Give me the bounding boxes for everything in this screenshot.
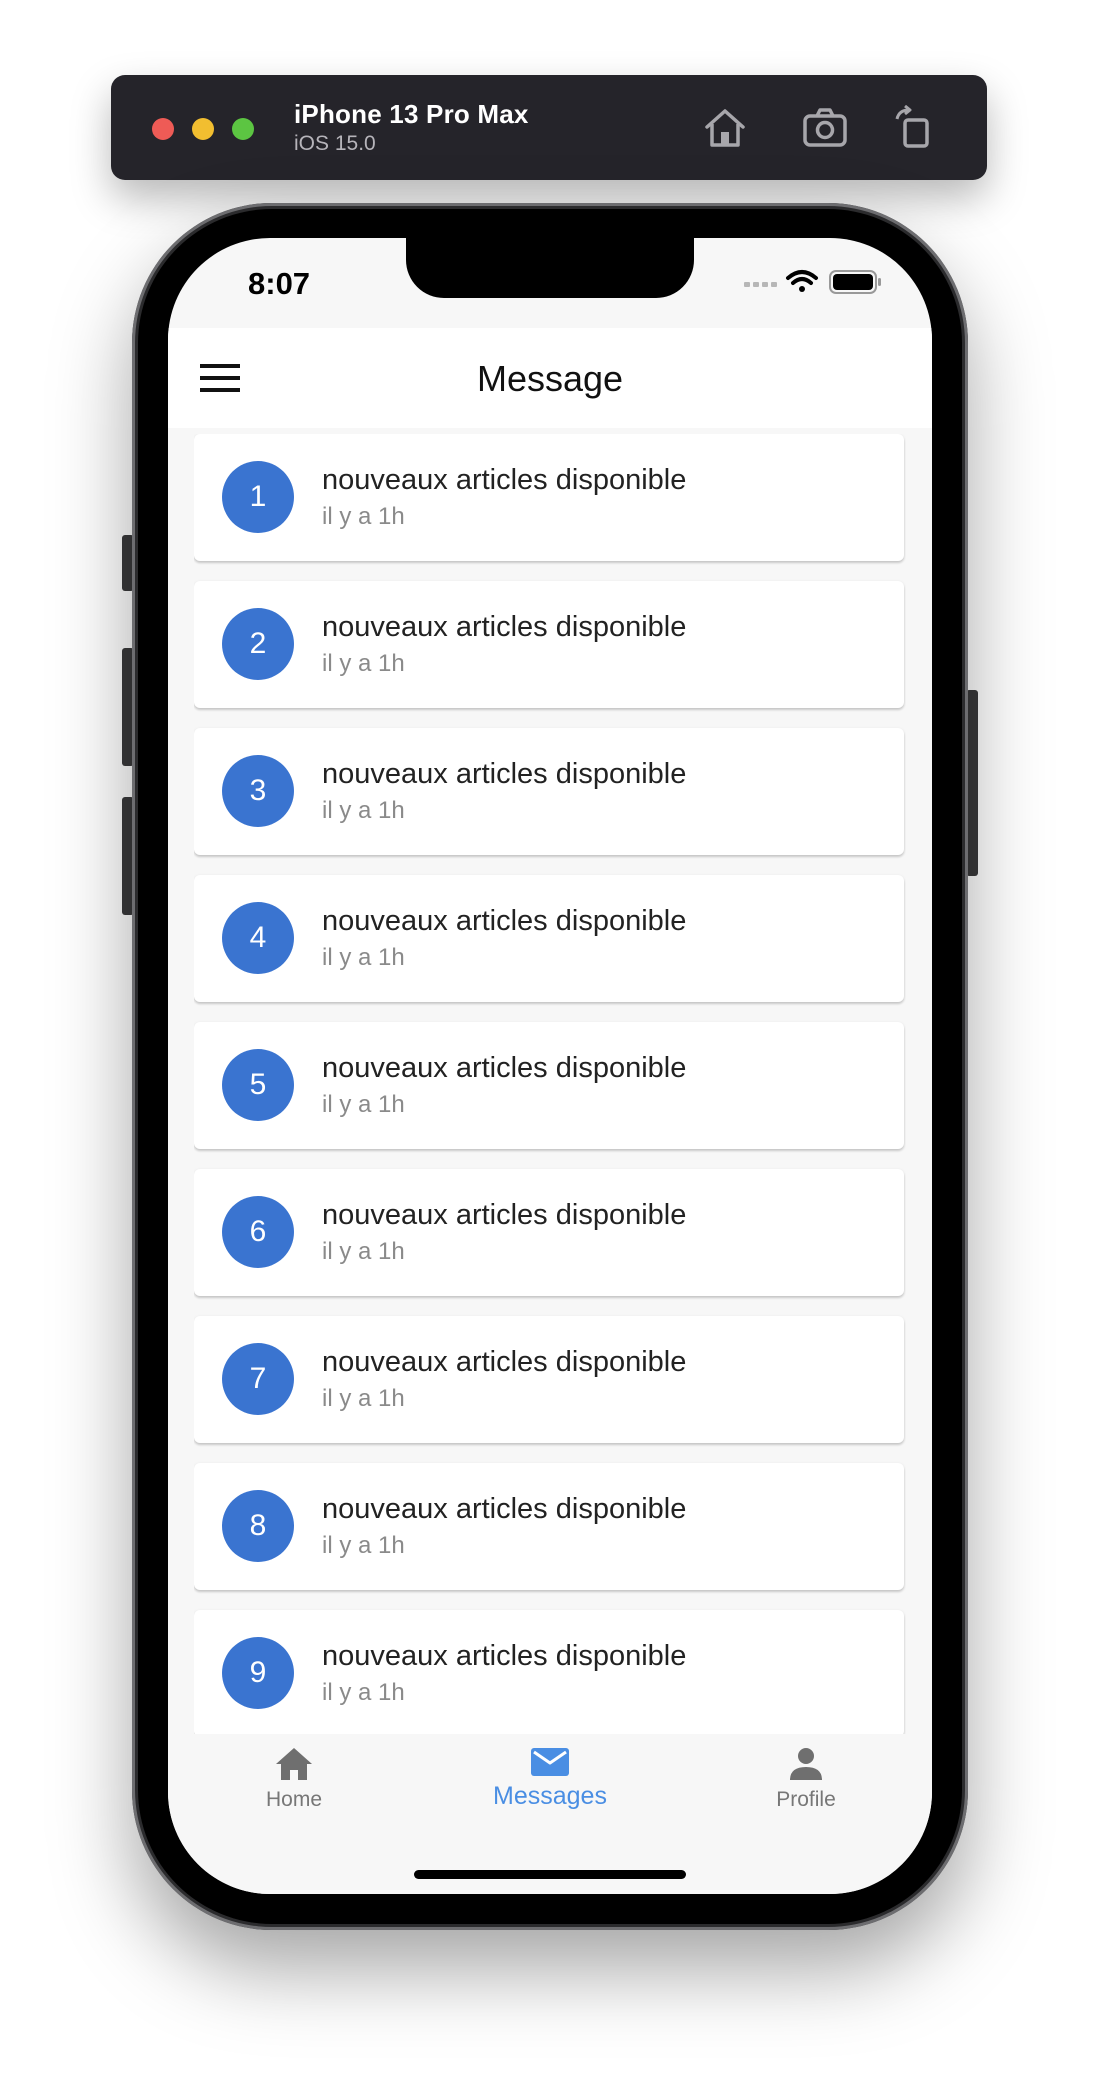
home-indicator[interactable] — [414, 1870, 686, 1879]
message-avatar: 6 — [222, 1196, 294, 1268]
message-time: il y a 1h — [322, 503, 405, 530]
person-icon — [790, 1748, 822, 1780]
rotate-button[interactable] — [891, 104, 939, 151]
home-button[interactable] — [701, 105, 749, 151]
message-card-5[interactable]: 5 nouveaux articles disponible il y a 1h — [194, 1022, 904, 1149]
message-avatar: 5 — [222, 1049, 294, 1121]
message-time: il y a 1h — [322, 650, 405, 677]
message-avatar: 4 — [222, 902, 294, 974]
nav-label-profile: Profile — [776, 1788, 836, 1811]
message-title: nouveaux articles disponible — [322, 1052, 687, 1084]
message-avatar: 8 — [222, 1490, 294, 1562]
message-avatar: 9 — [222, 1637, 294, 1709]
message-card-6[interactable]: 6 nouveaux articles disponible il y a 1h — [194, 1169, 904, 1296]
page-title: Message — [476, 358, 624, 399]
message-time: il y a 1h — [322, 797, 405, 824]
message-card-2[interactable]: 2 nouveaux articles disponible il y a 1h — [194, 581, 904, 708]
message-card-1[interactable]: 1 nouveaux articles disponible il y a 1h — [194, 434, 904, 561]
message-time: il y a 1h — [322, 944, 405, 971]
message-card-8[interactable]: 8 nouveaux articles disponible il y a 1h — [194, 1463, 904, 1590]
message-title: nouveaux articles disponible — [322, 758, 687, 790]
message-title: nouveaux articles disponible — [322, 1493, 687, 1525]
close-window-button[interactable] — [152, 118, 174, 140]
signal-icon — [744, 282, 777, 287]
mail-icon — [531, 1748, 569, 1776]
message-card-9[interactable]: 9 nouveaux articles disponible il y a 1h — [194, 1610, 904, 1737]
screenshot-button[interactable] — [801, 105, 849, 151]
message-time: il y a 1h — [322, 1238, 405, 1265]
device-name: iPhone 13 Pro Max — [294, 99, 529, 129]
os-version: iOS 15.0 — [294, 132, 376, 155]
message-title: nouveaux articles disponible — [322, 1640, 687, 1672]
rotate-icon — [895, 104, 929, 148]
minimize-window-button[interactable] — [192, 118, 214, 140]
message-title: nouveaux articles disponible — [322, 611, 687, 643]
app-bar: Message — [168, 328, 932, 428]
home-icon — [276, 1748, 312, 1780]
message-list[interactable]: 1 nouveaux articles disponible il y a 1h… — [194, 434, 906, 1894]
message-time: il y a 1h — [322, 1385, 405, 1412]
message-time: il y a 1h — [322, 1679, 405, 1706]
message-title: nouveaux articles disponible — [322, 464, 687, 496]
message-avatar: 2 — [222, 608, 294, 680]
message-time: il y a 1h — [322, 1091, 405, 1118]
zoom-window-button[interactable] — [232, 118, 254, 140]
simulator-toolbar: iPhone 13 Pro Max iOS 15.0 — [111, 75, 987, 180]
phone-screen: Message 8:07 1 nouveaux articles disponi… — [168, 238, 932, 1894]
message-title: nouveaux articles disponible — [322, 1346, 687, 1378]
nav-label-home: Home — [265, 1788, 323, 1811]
home-icon — [705, 109, 745, 147]
notch — [406, 238, 694, 298]
message-title: nouveaux articles disponible — [322, 1199, 687, 1231]
message-avatar: 1 — [222, 461, 294, 533]
screenshot-icon — [803, 108, 847, 147]
status-time: 8:07 — [248, 266, 311, 301]
message-card-7[interactable]: 7 nouveaux articles disponible il y a 1h — [194, 1316, 904, 1443]
message-avatar: 7 — [222, 1343, 294, 1415]
message-time: il y a 1h — [322, 1532, 405, 1559]
nav-label-messages: Messages — [493, 1782, 607, 1810]
battery-icon — [829, 270, 881, 294]
status-icons — [744, 268, 894, 296]
message-avatar: 3 — [222, 755, 294, 827]
nav-item-profile[interactable]: Profile — [706, 1746, 906, 1812]
message-title: nouveaux articles disponible — [322, 905, 687, 937]
wifi-icon — [786, 270, 818, 292]
message-card-3[interactable]: 3 nouveaux articles disponible il y a 1h — [194, 728, 904, 855]
message-card-4[interactable]: 4 nouveaux articles disponible il y a 1h — [194, 875, 904, 1002]
nav-item-messages[interactable]: Messages — [450, 1746, 650, 1811]
nav-item-home[interactable]: Home — [194, 1746, 394, 1812]
